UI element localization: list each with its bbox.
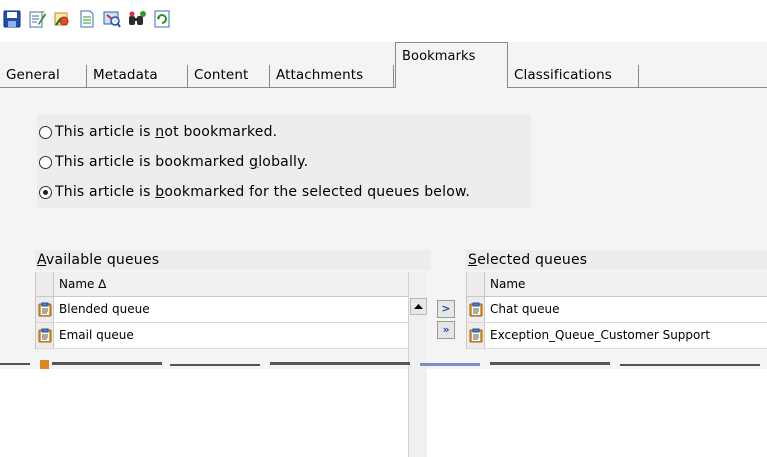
move-selected-button[interactable]: > (437, 300, 455, 318)
tab-general[interactable]: General (0, 65, 87, 88)
tab-bookmarks[interactable]: Bookmarks (395, 42, 508, 88)
queue-clipboard-icon (38, 328, 52, 343)
radio-not-bookmarked-label: This article is not bookmarked. (55, 124, 278, 140)
tab-classifications-label: Classifications (514, 67, 612, 83)
render-noise (0, 360, 760, 369)
edit-note-icon[interactable] (27, 9, 47, 29)
queue-name: Blended queue (59, 302, 150, 316)
bookmark-options-group: This article is not bookmarked. This art… (37, 114, 531, 208)
rendering-artifact-strip (0, 359, 767, 369)
row-header-corner (467, 272, 485, 296)
row-header (467, 297, 485, 322)
tab-attachments[interactable]: Attachments (270, 65, 394, 88)
radio-bookmarked-globally[interactable]: This article is bookmarked globally. (39, 152, 308, 172)
column-header-name[interactable]: Name ∆ (59, 272, 106, 296)
find-icon[interactable] (127, 9, 147, 29)
refresh-icon[interactable] (152, 9, 172, 29)
table-row[interactable]: Blended queue (36, 297, 408, 323)
tab-content-label: Content (194, 67, 249, 83)
queue-name: Exception_Queue_Customer Support (490, 328, 711, 342)
tab-metadata-label: Metadata (93, 67, 158, 83)
queue-clipboard-icon (469, 328, 483, 343)
row-header-corner (36, 272, 54, 296)
bookmarks-panel: This article is not bookmarked. This art… (0, 88, 767, 457)
selected-queues-grid: Name Chat queue Exception_Queue_Customer… (466, 272, 767, 349)
selected-queues-header[interactable]: Name (467, 272, 767, 297)
available-queues-grid: Name ∆ Blended queue Email queue (35, 272, 408, 349)
tab-content[interactable]: Content (188, 65, 270, 88)
row-header (36, 297, 54, 322)
available-queues-header[interactable]: Name ∆ (36, 272, 408, 297)
radio-bookmarked-selected-queues-label: This article is bookmarked for the selec… (55, 184, 470, 200)
edit-properties-icon[interactable] (52, 9, 72, 29)
table-row[interactable]: Exception_Queue_Customer Support (467, 323, 767, 349)
tab-strip: General Metadata Content Attachments Boo… (0, 42, 767, 88)
preview-icon[interactable] (102, 9, 122, 29)
radio-bookmarked-selected-queues[interactable]: This article is bookmarked for the selec… (39, 182, 470, 202)
tab-classifications[interactable]: Classifications (508, 65, 639, 88)
scroll-up-button[interactable] (410, 298, 427, 315)
column-header-name[interactable]: Name (490, 272, 525, 296)
table-row[interactable]: Email queue (36, 323, 408, 349)
queue-name: Chat queue (490, 302, 560, 316)
tab-attachments-label: Attachments (276, 67, 364, 83)
table-row[interactable]: Chat queue (467, 297, 767, 323)
radio-bookmarked-globally-label: This article is bookmarked globally. (55, 154, 309, 170)
save-icon[interactable] (2, 9, 22, 29)
move-all-button[interactable]: » (437, 321, 455, 339)
toolbar (0, 0, 767, 42)
radio-circle-checked[interactable] (39, 185, 52, 199)
radio-not-bookmarked[interactable]: This article is not bookmarked. (39, 122, 277, 142)
tab-general-label: General (6, 67, 60, 83)
radio-circle[interactable] (39, 125, 52, 139)
selected-queues-title: Selected queues (465, 250, 767, 270)
queue-name: Email queue (59, 328, 134, 342)
tab-bookmarks-label: Bookmarks (402, 49, 476, 64)
queue-clipboard-icon (38, 302, 52, 317)
radio-circle[interactable] (39, 155, 52, 169)
tab-metadata[interactable]: Metadata (87, 65, 188, 88)
document-icon[interactable] (77, 9, 97, 29)
available-queues-title: Available queues (35, 250, 431, 270)
queue-clipboard-icon (469, 302, 483, 317)
arrow-up-icon (414, 304, 423, 309)
row-header (467, 323, 485, 348)
row-header (36, 323, 54, 348)
